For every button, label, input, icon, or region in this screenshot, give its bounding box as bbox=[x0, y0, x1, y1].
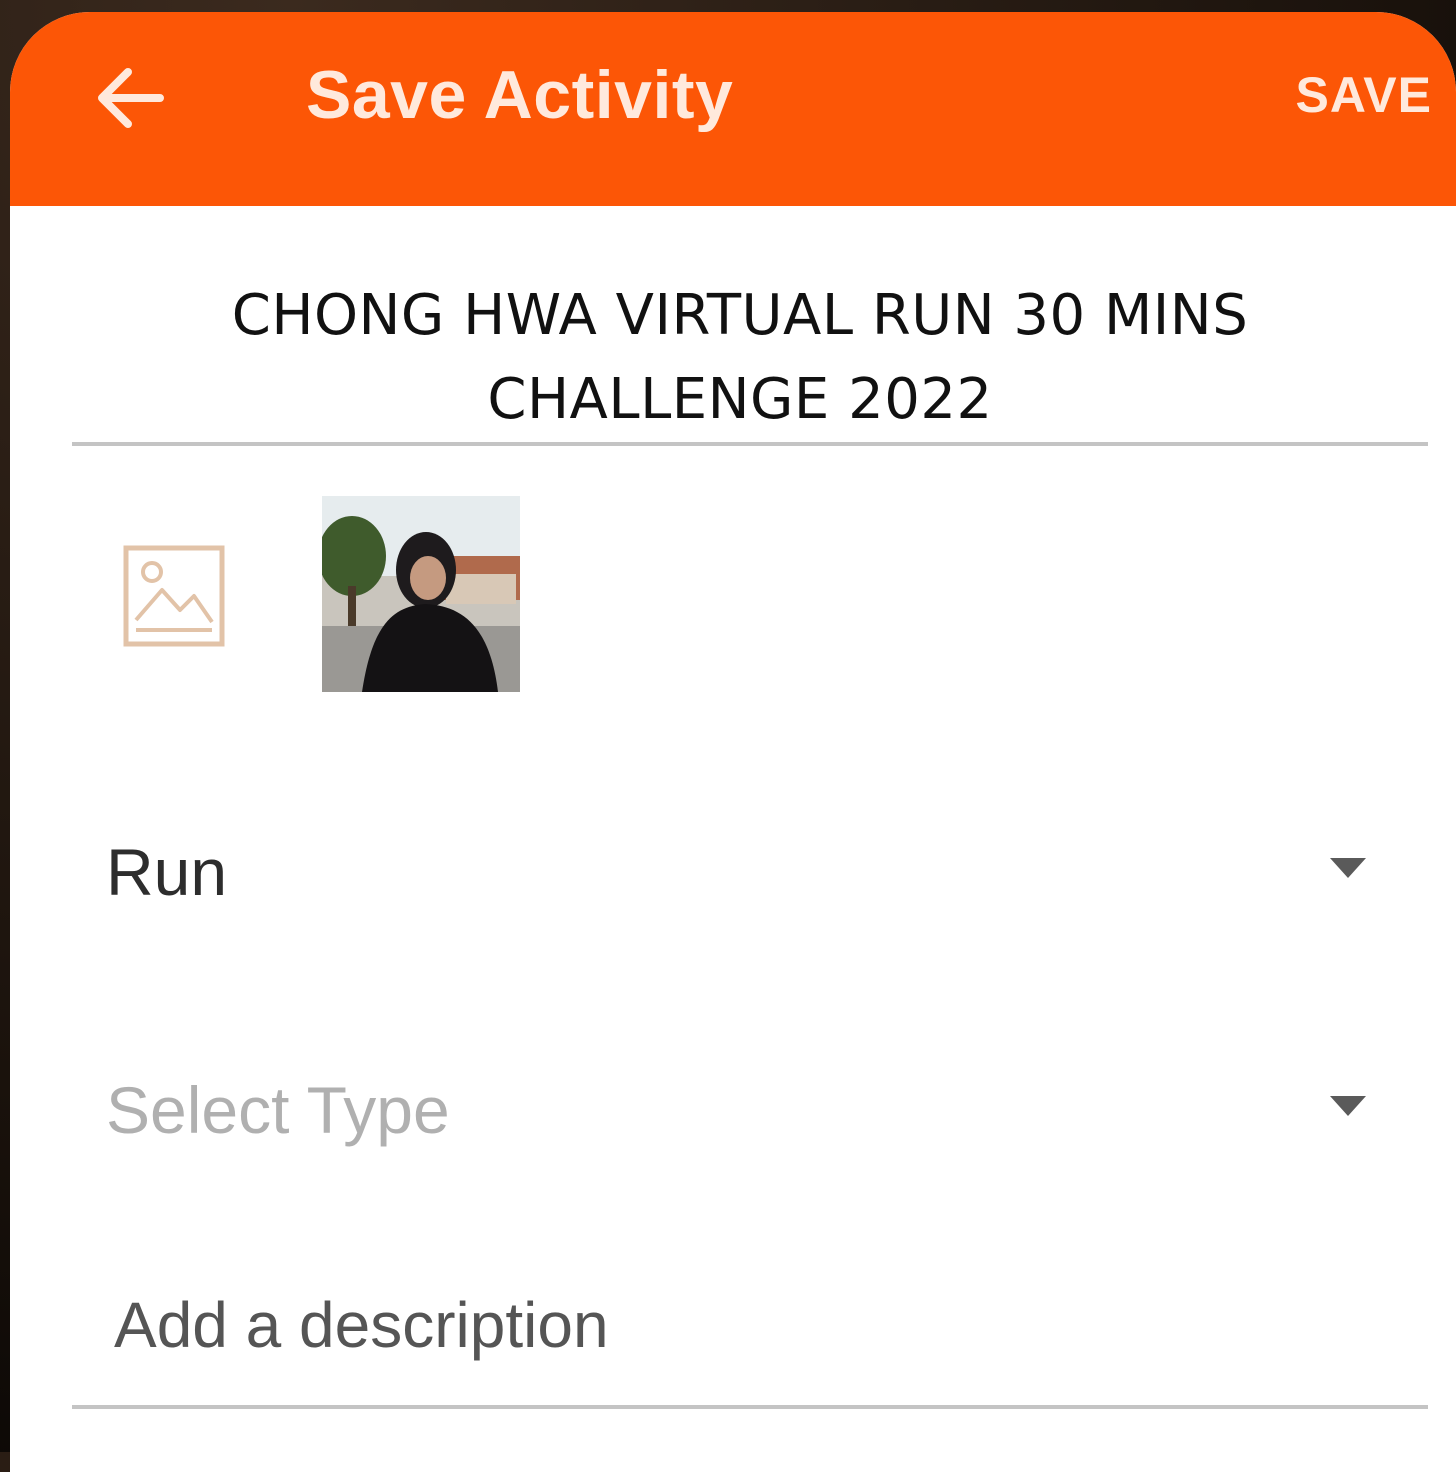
title-divider bbox=[72, 442, 1428, 446]
image-icon bbox=[123, 545, 225, 647]
activity-title[interactable]: CHONG HWA VIRTUAL RUN 30 MINS CHALLENGE … bbox=[160, 274, 1320, 442]
sport-type-dropdown[interactable]: Run bbox=[106, 808, 1366, 928]
back-button[interactable] bbox=[82, 50, 178, 146]
photo-thumbnail[interactable] bbox=[322, 496, 520, 692]
sport-type-value: Run bbox=[106, 835, 228, 909]
device-background: Save Activity SAVE CHONG HWA VIRTUAL RUN… bbox=[0, 0, 1456, 1472]
add-photo-button[interactable] bbox=[122, 544, 226, 648]
app-bar: Save Activity SAVE bbox=[10, 12, 1456, 206]
activity-type-placeholder: Select Type bbox=[106, 1073, 450, 1147]
save-activity-screen: Save Activity SAVE CHONG HWA VIRTUAL RUN… bbox=[10, 12, 1456, 1472]
activity-type-dropdown[interactable]: Select Type bbox=[106, 1046, 1366, 1166]
description-field[interactable]: Add a description bbox=[114, 1288, 1374, 1362]
save-button[interactable]: SAVE bbox=[1296, 66, 1432, 124]
page-title: Save Activity bbox=[306, 57, 734, 133]
description-divider bbox=[72, 1405, 1428, 1409]
photo-image bbox=[322, 496, 520, 692]
chevron-down-icon bbox=[1330, 858, 1366, 878]
arrow-left-icon bbox=[98, 68, 164, 128]
chevron-down-icon bbox=[1330, 1096, 1366, 1116]
